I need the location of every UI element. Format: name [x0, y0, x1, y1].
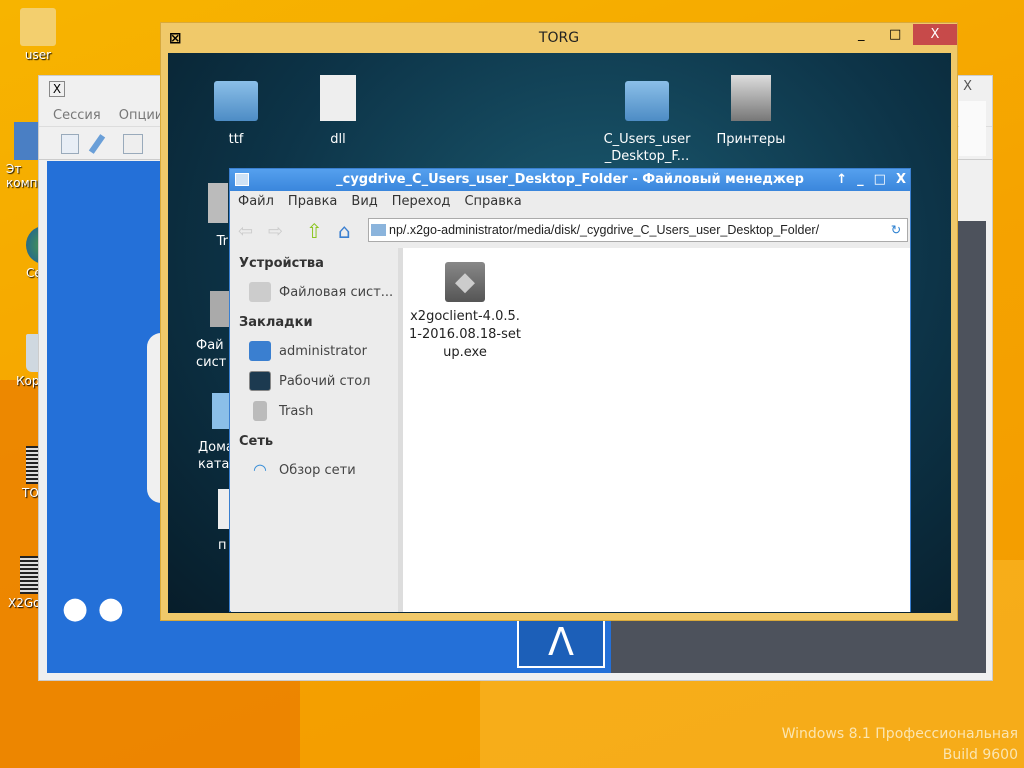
session-settings-icon[interactable]: [123, 134, 143, 154]
desktop-icon-trash[interactable]: Tr: [178, 183, 228, 250]
sidebar-item-browse-network[interactable]: ◠ Обзор сети: [231, 455, 398, 485]
sidebar-heading-bookmarks: Закладки: [239, 315, 313, 330]
window-title: _cygdrive_C_Users_user_Desktop_Folder - …: [336, 172, 804, 187]
icon-label: X2Go: [8, 596, 41, 610]
x-app-icon: X: [49, 81, 65, 97]
lambda-logo: Λ: [517, 616, 605, 668]
icon-label: Tr: [216, 234, 228, 249]
file-manager-titlebar: _cygdrive_C_Users_user_Desktop_Folder - …: [230, 169, 910, 191]
desktop-icon-dll[interactable]: dll: [293, 75, 383, 148]
keep-above-button[interactable]: ↑: [836, 169, 847, 191]
desktop-icon-ttf[interactable]: ttf: [191, 81, 281, 148]
desktop-icon-shared-folder[interactable]: C_Users_user _Desktop_F...: [602, 81, 692, 165]
menu-file[interactable]: Файл: [238, 194, 274, 209]
desktop-icon-user[interactable]: user: [8, 8, 68, 62]
close-button[interactable]: X: [963, 79, 972, 94]
icon-label: dll: [330, 132, 346, 147]
x2go-panda-logo: ● ●: [62, 591, 124, 626]
sidebar-item-administrator[interactable]: administrator: [231, 336, 398, 366]
home-icon: [249, 341, 271, 361]
windows-watermark: Windows 8.1 Профессиональная Build 9600: [782, 724, 1018, 766]
item-label: administrator: [279, 343, 367, 359]
executable-icon: ◆: [445, 262, 485, 302]
icon-label: user: [24, 48, 52, 62]
menu-session[interactable]: Сессия: [53, 108, 101, 123]
maximize-button[interactable]: □: [874, 169, 886, 191]
reload-icon[interactable]: ↻: [887, 219, 905, 241]
x2go-menubar: Сессия Опции: [53, 108, 177, 123]
folder-icon: [214, 81, 258, 121]
forward-arrow-icon[interactable]: ⇨: [268, 221, 283, 242]
menu-go[interactable]: Переход: [392, 194, 451, 209]
item-label: Рабочий стол: [279, 373, 371, 389]
trash-icon: [253, 401, 267, 421]
file-manager-window: _cygdrive_C_Users_user_Desktop_Folder - …: [229, 168, 911, 612]
item-label: Trash: [279, 403, 314, 419]
menu-view[interactable]: Вид: [351, 194, 377, 209]
new-session-icon[interactable]: [61, 134, 79, 154]
sidebar-item-trash[interactable]: Trash: [231, 396, 398, 426]
close-button[interactable]: X: [896, 169, 906, 191]
icon-label: ttf: [228, 132, 244, 147]
icon-label: Эт комп: [6, 162, 38, 190]
menu-edit[interactable]: Правка: [288, 194, 337, 209]
back-arrow-icon[interactable]: ⇦: [238, 221, 253, 242]
desktop-icon: [249, 371, 271, 391]
close-button[interactable]: X: [913, 24, 957, 45]
sidebar-item-filesystem[interactable]: Файловая сист...: [231, 277, 398, 307]
up-arrow-icon[interactable]: ⇧: [306, 219, 323, 243]
item-label: Файловая сист...: [279, 284, 394, 300]
path-text: np/.x2go-administrator/media/disk/_cygdr…: [389, 223, 820, 237]
edit-pencil-icon[interactable]: [88, 134, 106, 154]
sidebar: Устройства Файловая сист... Закладки adm…: [231, 248, 398, 612]
file-manager-menubar: Файл Правка Вид Переход Справка: [230, 191, 910, 213]
file-manager-toolbar: ⇦ ⇨ ⇧ ⌂ np/.x2go-administrator/media/dis…: [230, 213, 910, 247]
drive-icon: [210, 291, 230, 327]
menu-options[interactable]: Опции: [119, 108, 163, 123]
file-item[interactable]: ◆ x2goclient-4.0.5.1-2016.08.18-setup.ex…: [409, 262, 521, 362]
icon-label: Фай сист: [196, 338, 227, 370]
path-input[interactable]: np/.x2go-administrator/media/disk/_cygdr…: [368, 218, 908, 242]
icon-label: Принтеры: [716, 132, 786, 147]
desktop-icon-printers[interactable]: Принтеры: [706, 75, 796, 148]
sidebar-heading-network: Сеть: [239, 434, 274, 449]
icon-label: Кор: [16, 374, 40, 388]
file-name: x2goclient-4.0.5.1-2016.08.18-setup.exe: [409, 309, 521, 360]
trash-icon: [208, 183, 228, 223]
printer-icon: [731, 75, 771, 121]
icon-label: C_Users_user _Desktop_F...: [603, 132, 691, 164]
maximize-button[interactable]: □: [889, 27, 901, 42]
sidebar-item-desktop[interactable]: Рабочий стол: [231, 366, 398, 396]
home-icon[interactable]: ⌂: [338, 219, 351, 243]
item-label: Обзор сети: [279, 462, 356, 478]
wifi-icon: ◠: [253, 460, 267, 479]
watermark-edition: Windows 8.1 Профессиональная: [781, 726, 1018, 742]
minimize-button[interactable]: _: [857, 169, 864, 191]
sidebar-heading-devices: Устройства: [239, 256, 324, 271]
watermark-build: Build 9600: [942, 747, 1018, 763]
icon-label: TO: [22, 486, 39, 500]
x2go-side-panel: [959, 101, 986, 156]
network-folder-icon: [625, 81, 669, 121]
drive-icon: [249, 282, 271, 302]
icon-label: п: [218, 538, 227, 553]
file-view: ◆ x2goclient-4.0.5.1-2016.08.18-setup.ex…: [403, 248, 910, 612]
folder-icon: [371, 224, 386, 236]
folder-icon: [235, 173, 249, 186]
user-folder-icon: [20, 8, 56, 46]
minimize-button[interactable]: _: [858, 27, 865, 42]
document-icon: [320, 75, 356, 121]
window-title: TORG: [538, 30, 580, 46]
menu-help[interactable]: Справка: [464, 194, 521, 209]
